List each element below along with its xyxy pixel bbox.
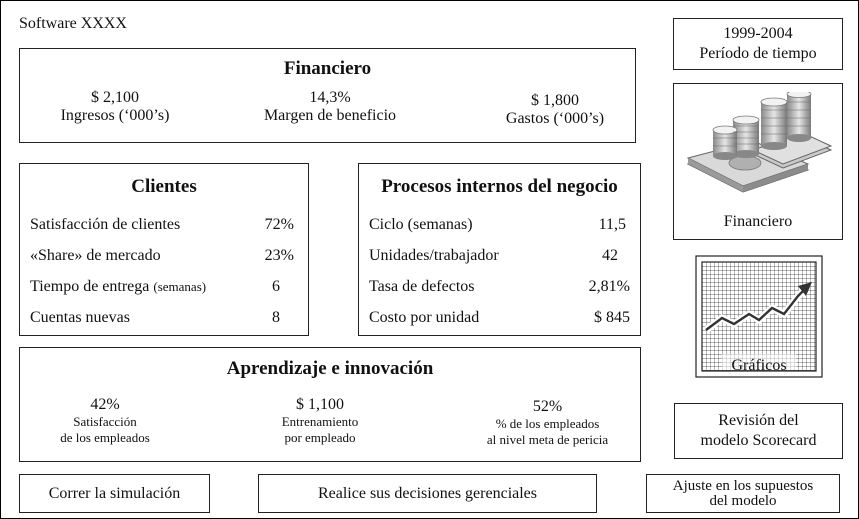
procesos-title: Procesos internos del negocio [381,176,618,197]
metric-value: $ 1,800 [531,92,579,109]
aprendizaje-metric: 42% Satisfacción de los empleados [30,396,180,446]
metric-label: Gastos (‘000’s) [505,110,605,127]
period-box: 1999-2004 Período de tiempo [673,18,843,70]
financiero-metric-margen: 14,3% Margen de beneficio [245,89,415,125]
clientes-title: Clientes [131,176,197,197]
financiero-nav-label: Financiero [723,213,793,230]
metric-label-line1: Entrenamiento [281,414,359,429]
adjust-assumptions-button[interactable]: Ajuste en los supuestos del modelo [646,474,840,513]
metric-label-line2: de los empleados [60,430,150,445]
row-label: Satisfacción de clientes [30,216,181,233]
period-years: 1999-2004 [723,25,793,42]
row-label-text: Tiempo de entrega [30,278,150,295]
clientes-row: Satisfacción de clientes 72% [30,216,298,238]
row-label-unit: (semanas) [153,279,207,294]
metric-value: $ 2,100 [91,89,139,106]
financiero-title: Financiero [283,58,372,79]
row-label: Ciclo (semanas) [369,216,473,233]
aprendizaje-metric: $ 1,100 Entrenamiento por empleado [245,396,395,446]
metric-label: Ingresos (‘000’s) [60,107,170,124]
scorecard-window: Software XXXX Financiero $ 2,100 Ingreso… [0,0,859,519]
button-label-line2: modelo Scorecard [700,432,817,449]
metric-value: 52% [532,398,563,415]
aprendizaje-metric: 52% % de los empleados al nivel meta de … [460,398,635,448]
decisions-button[interactable]: Realice sus decisiones gerenciales [258,474,597,513]
procesos-row: Tasa de defectos 2,81% [369,278,630,300]
row-value: 23% [264,247,294,264]
aprendizaje-panel: Aprendizaje e innovación 42% Satisfacció… [19,347,641,462]
clientes-row: Tiempo de entrega (semanas) 6 [30,278,298,300]
graficos-nav-label: Gráficos [731,357,787,374]
row-label: Tiempo de entrega (semanas) [30,278,206,296]
aprendizaje-title: Aprendizaje e innovación [226,358,434,379]
clientes-row: Cuentas nuevas 8 [30,309,298,331]
row-label: Unidades/trabajador [369,247,499,264]
row-label: Tasa de defectos [369,278,475,295]
row-label: Cuentas nuevas [30,309,130,326]
row-value: 6 [272,278,280,295]
money-stack-icon [686,92,833,193]
button-label-line1: Revisión del [718,412,799,429]
financiero-nav-button[interactable]: Financiero [673,83,843,240]
procesos-row: Ciclo (semanas) 11,5 [369,216,630,238]
button-label-line1: Ajuste en los supuestos [672,477,814,494]
row-value: 72% [264,216,294,233]
procesos-panel: Procesos internos del negocio Ciclo (sem… [358,163,641,336]
procesos-row: Costo por unidad $ 845 [369,309,630,331]
clientes-panel: Clientes Satisfacción de clientes 72% «S… [19,163,309,336]
metric-value: 14,3% [309,89,351,106]
metric-value: 42% [90,396,120,413]
metric-label-line2: al nivel meta de pericia [486,432,609,447]
financiero-metric-ingresos: $ 2,100 Ingresos (‘000’s) [30,89,200,125]
procesos-row: Unidades/trabajador 42 [369,247,630,269]
run-simulation-button[interactable]: Correr la simulación [19,474,210,513]
metric-label: Margen de beneficio [263,107,397,124]
button-label-line2: del modelo [709,492,777,509]
row-label: Costo por unidad [369,309,480,326]
financiero-panel: Financiero $ 2,100 Ingresos (‘000’s) 14,… [19,48,636,143]
clientes-row: «Share» de mercado 23% [30,247,298,269]
app-title: Software XXXX [19,15,127,32]
row-label: «Share» de mercado [30,247,161,264]
row-value: 11,5 [598,216,626,233]
metric-value: $ 1,100 [296,396,344,413]
metric-label-line1: Satisfacción [73,414,137,429]
metric-label-line1: % de los empleados [495,416,600,431]
row-value: 2,81% [588,278,630,295]
scorecard-review-button[interactable]: Revisión del modelo Scorecard [674,403,843,459]
period-label: Período de tiempo [699,45,817,62]
metric-label-line2: por empleado [284,430,356,445]
graficos-nav-button[interactable]: Gráficos [694,254,824,379]
row-value: $ 845 [594,309,630,326]
row-value: 8 [272,309,280,326]
financiero-metric-gastos: $ 1,800 Gastos (‘000’s) [480,89,630,128]
row-value: 42 [602,247,618,264]
